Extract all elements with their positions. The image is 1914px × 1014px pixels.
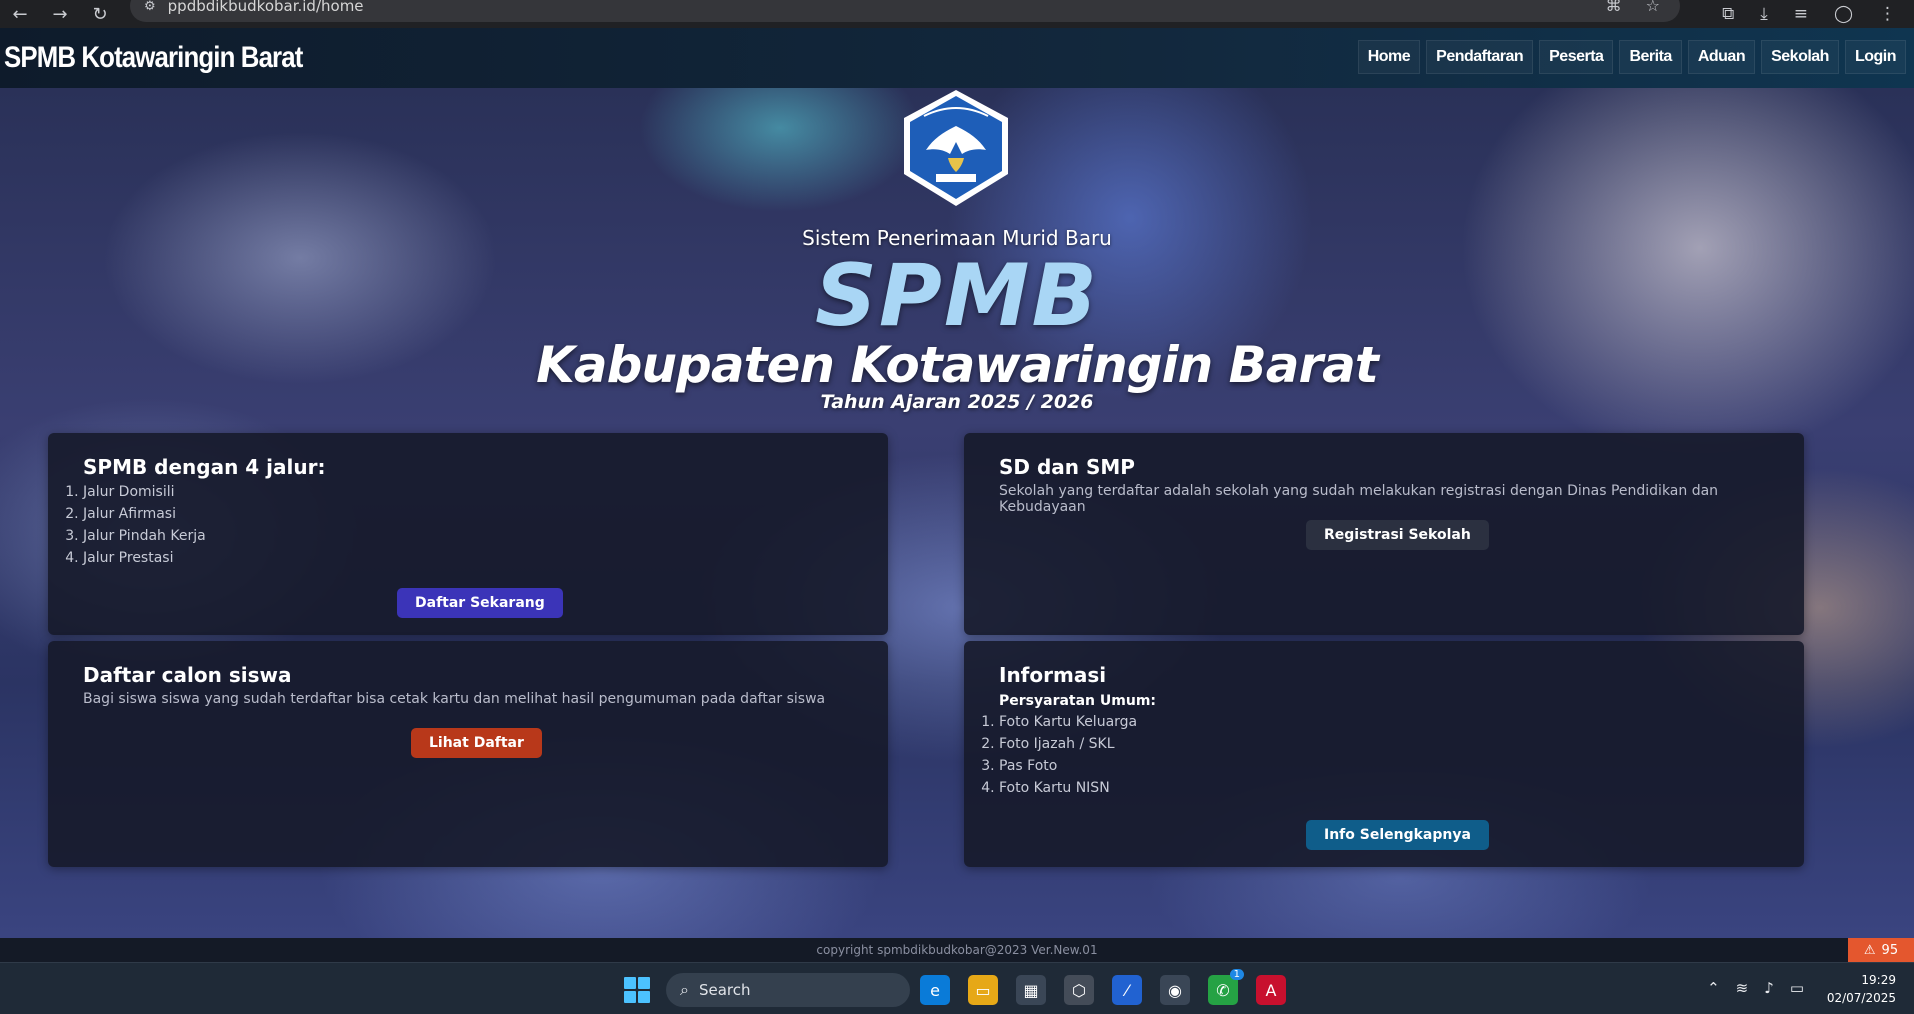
browser-toolbar: ← → ↻ ⚙ ppdbdikbudkobar.id/home ⌘ ☆ ⧉ ⤓ …	[0, 0, 1914, 28]
clock[interactable]: 19:29 02/07/2025	[1827, 971, 1896, 1007]
chevron-up-icon[interactable]: ⌃	[1707, 979, 1720, 997]
nav-login[interactable]: Login	[1844, 40, 1906, 74]
taskbar-search-label: Search	[698, 981, 751, 999]
nav-sekolah[interactable]: Sekolah	[1761, 40, 1839, 74]
card-sekolah-desc: Sekolah yang terdaftar adalah sekolah ya…	[999, 483, 1719, 515]
chrome-icon[interactable]: ◉	[1160, 975, 1190, 1005]
search-icon: ⌕	[680, 980, 689, 999]
volume-icon[interactable]: ♪	[1764, 979, 1774, 997]
list-item: Foto Kartu NISN	[999, 777, 1137, 799]
reload-icon[interactable]: ↻	[80, 0, 120, 28]
card-sekolah: SD dan SMP Sekolah yang terdaftar adalah…	[964, 433, 1804, 635]
wifi-icon[interactable]: ≋	[1736, 979, 1749, 997]
hero-region: Kabupaten Kotawaringin Barat	[536, 336, 1379, 394]
site-info-icon[interactable]: ⚙	[144, 0, 156, 14]
hero-title: SPMB	[814, 246, 1100, 346]
store-icon[interactable]: ▦	[1016, 975, 1046, 1005]
forward-icon[interactable]: →	[40, 0, 80, 28]
profile-icon[interactable]: ◯	[1834, 4, 1853, 24]
site-brand[interactable]: SPMB Kotawaringin Barat	[4, 41, 303, 75]
whatsapp-icon[interactable]: 1 ✆	[1208, 969, 1244, 1005]
taskbar-search[interactable]: ⌕ Search	[666, 973, 910, 1007]
edge-icon[interactable]: e	[920, 975, 950, 1005]
alert-count: 95	[1881, 942, 1899, 958]
extensions-icon[interactable]: ⧉	[1722, 4, 1734, 24]
card-calon-title: Daftar calon siswa	[83, 663, 292, 687]
nav-aduan[interactable]: Aduan	[1687, 40, 1756, 74]
clock-time: 19:29	[1861, 973, 1896, 987]
card-info-title: Informasi	[999, 663, 1107, 687]
card-informasi: Informasi Persyaratan Umum: Foto Kartu K…	[964, 641, 1804, 867]
nav-pendaftaran[interactable]: Pendaftaran	[1426, 40, 1534, 74]
url-text: ppdbdikbudkobar.id/home	[167, 0, 364, 15]
vscode-like-icon[interactable]: ⁄	[1112, 975, 1142, 1005]
persyaratan-heading: Persyaratan Umum:	[999, 693, 1157, 709]
alert-icon: ⚠	[1863, 942, 1876, 958]
info-selengkapnya-button[interactable]: Info Selengkapnya	[1306, 820, 1489, 850]
copyright-text: copyright spmbdikbudkobar@2023 Ver.New.0…	[0, 938, 1914, 962]
list-item: Foto Kartu Keluarga	[999, 711, 1137, 733]
whatsapp-badge: 1	[1229, 969, 1244, 980]
card-calon-siswa: Daftar calon siswa Bagi siswa siswa yang…	[48, 641, 888, 867]
card-jalur-title: SPMB dengan 4 jalur:	[83, 455, 326, 479]
hero-year: Tahun Ajaran 2025 / 2026	[820, 391, 1094, 413]
main-nav: Home Pendaftaran Peserta Berita Aduan Se…	[1357, 40, 1906, 74]
card-calon-desc: Bagi siswa siswa yang sudah terdaftar bi…	[83, 691, 826, 707]
file-explorer-icon[interactable]: ▭	[968, 975, 998, 1005]
download-icon[interactable]: ⤓	[1760, 4, 1768, 24]
bookmark-star-icon[interactable]: ☆	[1646, 0, 1660, 15]
more-menu-icon[interactable]: ⋮	[1879, 4, 1896, 24]
daftar-sekarang-button[interactable]: Daftar Sekarang	[397, 588, 563, 618]
address-bar[interactable]: ⚙ ppdbdikbudkobar.id/home ⌘ ☆	[130, 0, 1680, 22]
system-tray: ⌃ ≋ ♪ ▭	[1707, 979, 1804, 997]
back-icon[interactable]: ←	[0, 0, 40, 28]
list-item: Jalur Domisili	[83, 481, 206, 503]
nav-home[interactable]: Home	[1357, 40, 1421, 74]
tut-wuri-handayani-logo	[904, 90, 1008, 206]
app-icon[interactable]: ⬡	[1064, 975, 1094, 1005]
list-item: Pas Foto	[999, 755, 1137, 777]
list-item: Jalur Pindah Kerja	[83, 525, 206, 547]
hero-section: Sistem Penerimaan Murid Baru SPMB Kabupa…	[0, 88, 1914, 938]
windows-start-icon[interactable]	[624, 977, 650, 1003]
clock-date: 02/07/2025	[1826, 991, 1896, 1005]
acrobat-icon[interactable]: A	[1256, 975, 1286, 1005]
nav-berita[interactable]: Berita	[1619, 40, 1682, 74]
card-jalur: SPMB dengan 4 jalur: Jalur Domisili Jalu…	[48, 433, 888, 635]
notification-badge[interactable]: ⚠ 95	[1848, 938, 1914, 962]
nav-peserta[interactable]: Peserta	[1539, 40, 1614, 74]
list-item: Jalur Afirmasi	[83, 503, 206, 525]
windows-taskbar: ⌕ Search e ▭ ▦ ⬡ ⁄ ◉ 1 ✆ A ⌃ ≋ ♪ ▭ 19:29 …	[0, 962, 1914, 1014]
site-header: SPMB Kotawaringin Barat Home Pendaftaran…	[0, 28, 1914, 88]
jalur-list: Jalur Domisili Jalur Afirmasi Jalur Pind…	[83, 481, 206, 569]
registrasi-sekolah-button[interactable]: Registrasi Sekolah	[1306, 520, 1489, 550]
list-item: Foto Ijazah / SKL	[999, 733, 1137, 755]
list-item: Jalur Prestasi	[83, 547, 206, 569]
reading-list-icon[interactable]: ≡	[1794, 4, 1808, 24]
lihat-daftar-button[interactable]: Lihat Daftar	[411, 728, 542, 758]
card-sekolah-title: SD dan SMP	[999, 455, 1135, 479]
persyaratan-list: Foto Kartu Keluarga Foto Ijazah / SKL Pa…	[999, 711, 1137, 799]
translate-icon[interactable]: ⌘	[1606, 0, 1622, 15]
battery-icon[interactable]: ▭	[1790, 979, 1804, 997]
